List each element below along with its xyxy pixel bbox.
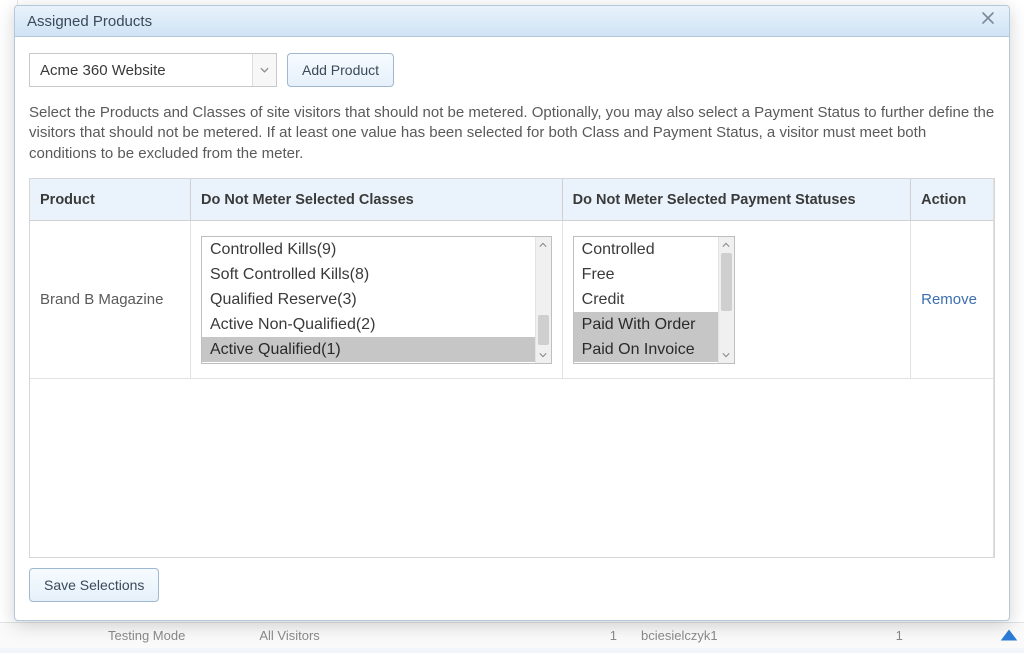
list-item[interactable]: Paid With Order	[574, 312, 718, 337]
classes-listbox[interactable]: Controlled Kills(9)Soft Controlled Kills…	[201, 236, 552, 364]
list-item[interactable]: Active Non-Qualified(2)	[202, 312, 535, 337]
col-header-payment: Do Not Meter Selected Payment Statuses	[562, 179, 910, 221]
save-selections-button[interactable]: Save Selections	[29, 568, 159, 602]
col-header-action: Action	[911, 179, 993, 221]
bg-col-mode: Testing Mode	[108, 628, 185, 643]
list-item[interactable]: Qualified Reserve(3)	[202, 287, 535, 312]
background-table-row: Testing Mode All Visitors 1 bciesielczyk…	[0, 622, 1024, 648]
payment-listbox-items: ControlledFreeCreditPaid With OrderPaid …	[574, 237, 718, 363]
payment-listbox[interactable]: ControlledFreeCreditPaid With OrderPaid …	[573, 236, 735, 364]
modal-body: Acme 360 Website Add Product Select the …	[15, 37, 1009, 620]
scroll-thumb[interactable]	[538, 315, 549, 345]
bg-col-num1: 1	[610, 628, 617, 643]
assigned-products-modal: Assigned Products Acme 360 Website Add P…	[14, 5, 1010, 621]
products-table-wrap: Product Do Not Meter Selected Classes Do…	[29, 178, 995, 558]
chevron-down-icon	[252, 54, 276, 86]
table-scrollbar[interactable]	[993, 179, 994, 557]
scroll-up-icon[interactable]	[719, 237, 734, 253]
bg-col-user: bciesielczyk1	[641, 628, 718, 643]
table-row: Brand B Magazine Controlled Kills(9)Soft…	[30, 221, 993, 379]
classes-scrollbar[interactable]	[535, 237, 551, 363]
products-table: Product Do Not Meter Selected Classes Do…	[30, 179, 993, 380]
list-item[interactable]: Free	[574, 262, 718, 287]
modal-description: Select the Products and Classes of site …	[29, 103, 995, 164]
cell-payment: ControlledFreeCreditPaid With OrderPaid …	[562, 221, 910, 379]
product-select[interactable]: Acme 360 Website	[29, 53, 277, 87]
add-product-button[interactable]: Add Product	[287, 53, 394, 87]
cell-product-name: Brand B Magazine	[30, 221, 191, 379]
cell-action: Remove	[911, 221, 993, 379]
list-item[interactable]: Controlled	[574, 237, 718, 262]
product-select-value: Acme 360 Website	[40, 62, 166, 79]
list-item[interactable]: Controlled Kills(9)	[202, 237, 535, 262]
list-item[interactable]: Paid On Invoice	[574, 337, 718, 362]
list-item[interactable]: Credit	[574, 287, 718, 312]
product-selector-row: Acme 360 Website Add Product	[29, 53, 995, 87]
scroll-thumb[interactable]	[721, 253, 732, 311]
modal-header: Assigned Products	[15, 6, 1009, 37]
scroll-to-top-icon[interactable]	[998, 624, 1020, 646]
add-product-label: Add Product	[302, 62, 379, 78]
payment-scrollbar[interactable]	[718, 237, 734, 363]
remove-link[interactable]: Remove	[921, 291, 977, 308]
close-icon[interactable]	[979, 12, 997, 30]
cell-classes: Controlled Kills(9)Soft Controlled Kills…	[191, 221, 563, 379]
col-header-product: Product	[30, 179, 191, 221]
scroll-up-icon[interactable]	[536, 237, 551, 253]
modal-actions: Save Selections	[29, 568, 995, 602]
list-item[interactable]: Soft Controlled Kills(8)	[202, 262, 535, 287]
save-selections-label: Save Selections	[44, 577, 144, 593]
bg-col-num2: 1	[896, 628, 903, 643]
scroll-down-icon[interactable]	[719, 347, 734, 363]
bg-col-visitors: All Visitors	[259, 628, 319, 643]
list-item[interactable]: Active Qualified(1)	[202, 337, 535, 362]
classes-listbox-items: Controlled Kills(9)Soft Controlled Kills…	[202, 237, 535, 363]
modal-title: Assigned Products	[27, 13, 152, 30]
scroll-down-icon[interactable]	[536, 347, 551, 363]
col-header-classes: Do Not Meter Selected Classes	[191, 179, 563, 221]
